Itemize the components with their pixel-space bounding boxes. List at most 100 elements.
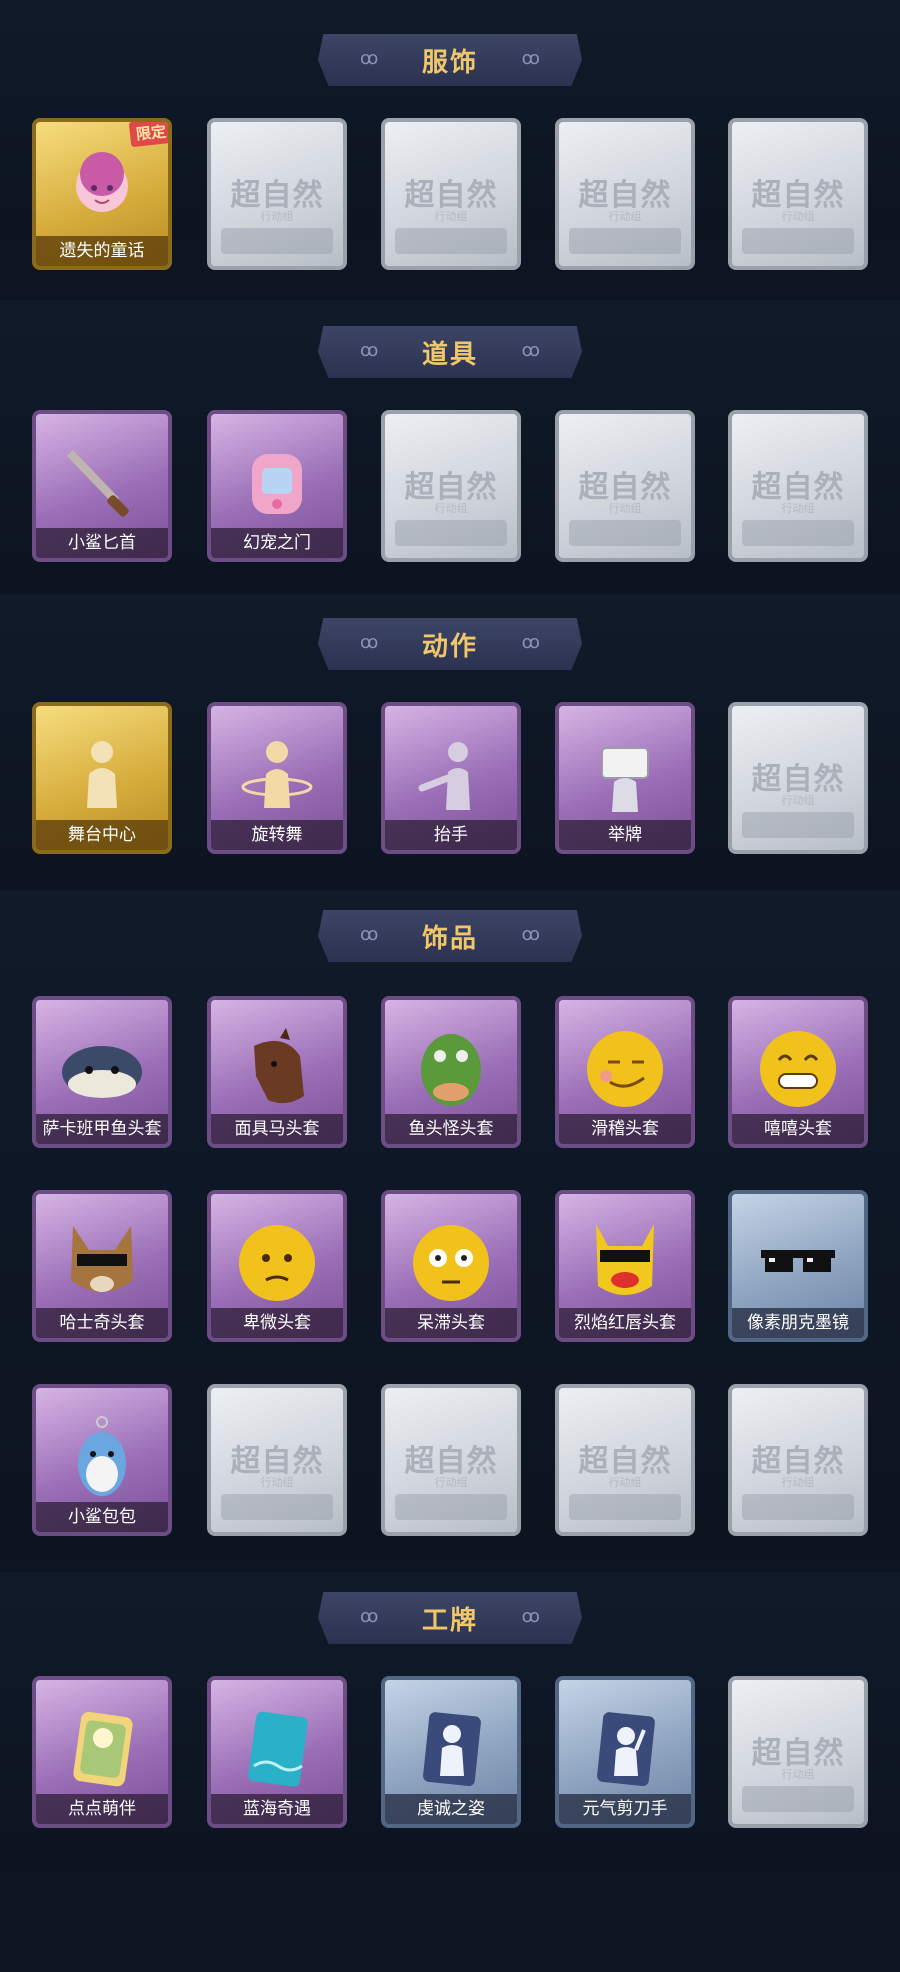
card-empty: 超自然 行动组 <box>207 118 347 270</box>
spin-dance-icon <box>234 732 320 818</box>
card-label: 幻宠之门 <box>211 528 343 558</box>
card-item[interactable]: 呆滞头套 <box>381 1190 521 1342</box>
card-item[interactable]: 限定 遗失的童话 <box>32 118 172 270</box>
section-title-plate: ꝏ 道具 ꝏ <box>318 326 582 378</box>
shark-bag-icon <box>59 1414 145 1500</box>
card-label: 遗失的童话 <box>36 236 168 266</box>
swirl-icon: ꝏ <box>360 924 379 945</box>
card-item[interactable]: 舞台中心 <box>32 702 172 854</box>
empty-base <box>742 812 854 838</box>
empty-base <box>569 520 681 546</box>
card-item[interactable]: 旋转舞 <box>207 702 347 854</box>
card-item[interactable]: 抬手 <box>381 702 521 854</box>
section-title-plate: ꝏ 工牌 ꝏ <box>318 1592 582 1644</box>
card-item[interactable]: 像素朋克墨镜 <box>728 1190 868 1342</box>
grin-face-icon <box>755 1026 841 1112</box>
empty-logo-sub: 行动组 <box>781 794 815 807</box>
card-label: 小鲨匕首 <box>36 528 168 558</box>
empty-logo-sub: 行动组 <box>608 1476 642 1489</box>
raise-hand-icon <box>408 732 494 818</box>
card-empty: 超自然 行动组 <box>555 118 695 270</box>
card-item[interactable]: 鱼头怪头套 <box>381 996 521 1148</box>
empty-base <box>221 228 333 254</box>
card-empty: 超自然 行动组 <box>728 1676 868 1828</box>
card-label: 元气剪刀手 <box>559 1794 691 1824</box>
smirk-face-icon <box>582 1026 668 1112</box>
card-empty: 超自然 行动组 <box>207 1384 347 1536</box>
card-empty: 超自然 行动组 <box>381 410 521 562</box>
empty-base <box>395 1494 507 1520</box>
card-label: 蓝海奇遇 <box>211 1794 343 1824</box>
card-label: 哈士奇头套 <box>36 1308 168 1338</box>
section-title: 动作 <box>421 631 478 662</box>
card-label: 旋转舞 <box>211 820 343 850</box>
section-title: 工牌 <box>421 1605 478 1636</box>
empty-base <box>742 1786 854 1812</box>
card-label: 鱼头怪头套 <box>385 1114 517 1144</box>
section-title-plate: ꝏ 饰品 ꝏ <box>318 910 582 962</box>
card-item[interactable]: 点点萌伴 <box>32 1676 172 1828</box>
empty-base <box>742 1494 854 1520</box>
hold-sign-icon <box>582 732 668 818</box>
empty-logo-sub: 行动组 <box>781 502 815 515</box>
card-item[interactable]: 举牌 <box>555 702 695 854</box>
section-title-plate: ꝏ 服饰 ꝏ <box>318 34 582 86</box>
swirl-icon: ꝏ <box>521 340 540 361</box>
empty-logo-sub: 行动组 <box>781 1476 815 1489</box>
card-empty: 超自然 行动组 <box>728 118 868 270</box>
card-item[interactable]: 萨卡班甲鱼头套 <box>32 996 172 1148</box>
empty-logo-sub: 行动组 <box>434 502 468 515</box>
card-item[interactable]: 哈士奇头套 <box>32 1190 172 1342</box>
card-item[interactable]: 小鲨匕首 <box>32 410 172 562</box>
prayer-card-icon <box>408 1706 494 1792</box>
card-item[interactable]: 幻宠之门 <box>207 410 347 562</box>
swirl-icon: ꝏ <box>360 632 379 653</box>
card-item[interactable]: 烈焰红唇头套 <box>555 1190 695 1342</box>
empty-base <box>569 228 681 254</box>
card-item[interactable]: 嘻嘻头套 <box>728 996 868 1148</box>
card-item[interactable]: 滑稽头套 <box>555 996 695 1148</box>
dazed-face-icon <box>408 1220 494 1306</box>
card-item[interactable]: 蓝海奇遇 <box>207 1676 347 1828</box>
section-title: 服饰 <box>421 47 478 78</box>
pixel-sunglasses-icon <box>755 1220 841 1306</box>
ocean-card-icon <box>234 1706 320 1792</box>
empty-logo-sub: 行动组 <box>260 1476 294 1489</box>
fish-monster-icon <box>408 1026 494 1112</box>
swirl-icon: ꝏ <box>360 340 379 361</box>
swirl-icon: ꝏ <box>360 1606 379 1627</box>
husky-mask-icon <box>59 1220 145 1306</box>
card-empty: 超自然 行动组 <box>381 1384 521 1536</box>
card-label: 像素朋克墨镜 <box>732 1308 864 1338</box>
empty-base <box>742 520 854 546</box>
card-item[interactable]: 卑微头套 <box>207 1190 347 1342</box>
swirl-icon: ꝏ <box>521 924 540 945</box>
swirl-icon: ꝏ <box>360 48 379 69</box>
empty-logo-sub: 行动组 <box>434 210 468 223</box>
empty-logo-sub: 行动组 <box>608 210 642 223</box>
card-item[interactable]: 面具马头套 <box>207 996 347 1148</box>
card-item[interactable]: 元气剪刀手 <box>555 1676 695 1828</box>
card-empty: 超自然 行动组 <box>381 118 521 270</box>
card-label: 虔诚之姿 <box>385 1794 517 1824</box>
card-item[interactable]: 小鲨包包 <box>32 1384 172 1536</box>
empty-base <box>395 520 507 546</box>
card-empty: 超自然 行动组 <box>728 1384 868 1536</box>
card-label: 嘻嘻头套 <box>732 1114 864 1144</box>
card-label: 舞台中心 <box>36 820 168 850</box>
card-label: 萨卡班甲鱼头套 <box>36 1114 168 1144</box>
card-label: 抬手 <box>385 820 517 850</box>
empty-logo-sub: 行动组 <box>608 502 642 515</box>
swirl-icon: ꝏ <box>521 48 540 69</box>
card-empty: 超自然 行动组 <box>555 1384 695 1536</box>
meadow-card-icon <box>59 1706 145 1792</box>
card-empty: 超自然 行动组 <box>555 410 695 562</box>
card-label: 卑微头套 <box>211 1308 343 1338</box>
card-item[interactable]: 虔诚之姿 <box>381 1676 521 1828</box>
shark-dagger-icon <box>59 440 145 526</box>
empty-base <box>569 1494 681 1520</box>
swirl-icon: ꝏ <box>521 632 540 653</box>
section-title: 道具 <box>421 339 478 370</box>
card-label: 滑稽头套 <box>559 1114 691 1144</box>
card-label: 举牌 <box>559 820 691 850</box>
